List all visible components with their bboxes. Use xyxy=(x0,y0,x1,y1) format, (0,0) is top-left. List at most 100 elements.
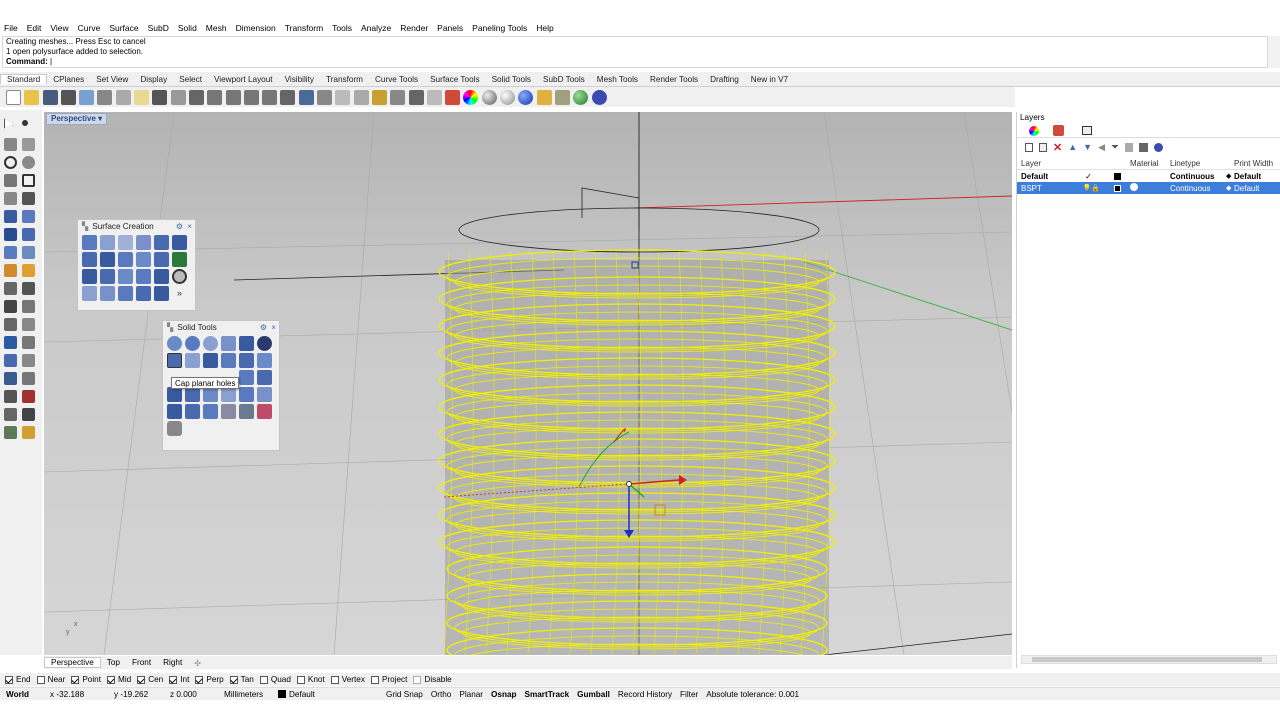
render-tool-icon[interactable] xyxy=(4,426,17,439)
menu-tools[interactable]: Tools xyxy=(332,23,352,33)
osnap-near-checkbox[interactable] xyxy=(36,675,45,684)
scroll-thumb[interactable] xyxy=(1032,657,1262,662)
cplane-label[interactable]: World xyxy=(0,690,42,699)
edit-solid-icon[interactable] xyxy=(257,387,272,402)
rotate-view-icon[interactable] xyxy=(188,89,204,105)
osnap-quad[interactable]: Quad xyxy=(259,675,291,684)
show-icon[interactable] xyxy=(426,89,442,105)
osnap-perp[interactable]: Perp xyxy=(195,675,224,684)
print-icon[interactable] xyxy=(60,89,76,105)
panel-titlebar[interactable]: ▚ Solid Tools ⚙ × xyxy=(163,321,279,333)
col-print-width[interactable]: Print Width xyxy=(1234,159,1280,168)
planar-toggle[interactable]: Planar xyxy=(459,690,483,699)
rendered-icon[interactable] xyxy=(500,89,516,105)
revolve-icon[interactable] xyxy=(136,252,151,267)
delete-icon[interactable]: ✕ xyxy=(1053,141,1062,154)
osnap-int-checkbox[interactable] xyxy=(169,675,178,684)
cap-planar-holes-icon[interactable] xyxy=(167,353,182,368)
text-icon[interactable] xyxy=(4,336,17,349)
surface-icon[interactable] xyxy=(4,210,17,223)
layer-color-swatch[interactable] xyxy=(1113,184,1121,192)
make-hole-icon[interactable] xyxy=(239,370,254,385)
tools-icon[interactable] xyxy=(1138,142,1148,152)
col-layer[interactable]: Layer xyxy=(1017,159,1130,168)
grip-icon[interactable]: ▚ xyxy=(167,322,173,332)
copy-layer-icon[interactable] xyxy=(1124,142,1133,152)
new-sublayer-icon[interactable] xyxy=(1039,142,1047,152)
import-icon[interactable] xyxy=(79,89,95,105)
layer-linetype[interactable]: Continuous xyxy=(1170,172,1226,181)
visibility-lock-icons[interactable]: 💡🔒 xyxy=(1073,184,1104,192)
zoom-window-icon[interactable] xyxy=(225,89,241,105)
dimension-icon[interactable] xyxy=(22,264,35,277)
trim-icon[interactable] xyxy=(4,282,17,295)
tab-top[interactable]: Top xyxy=(101,658,126,667)
tab-new-in-v7[interactable]: New in V7 xyxy=(745,75,794,84)
tab-standard[interactable]: Standard xyxy=(0,74,48,84)
torus-icon[interactable] xyxy=(172,269,187,284)
osnap-disable[interactable]: Disable xyxy=(413,675,452,684)
tab-surface-tools[interactable]: Surface Tools xyxy=(424,75,485,84)
copy-object-icon[interactable] xyxy=(4,354,17,367)
drape-icon[interactable] xyxy=(118,269,133,284)
move-face-icon[interactable] xyxy=(221,353,236,368)
light-icon[interactable] xyxy=(536,89,552,105)
more-icon[interactable]: » xyxy=(172,286,187,301)
save-icon[interactable] xyxy=(42,89,58,105)
help-icon[interactable] xyxy=(1153,142,1163,152)
menu-analyze[interactable]: Analyze xyxy=(361,23,391,33)
explode-icon[interactable] xyxy=(22,318,35,331)
gear-icon[interactable]: ⚙ xyxy=(176,221,183,231)
tab-select[interactable]: Select xyxy=(173,75,208,84)
gumball-toggle[interactable]: Gumball xyxy=(577,690,610,699)
tab-render-tools[interactable]: Render Tools xyxy=(644,75,704,84)
extrude-curve-icon[interactable] xyxy=(154,235,169,250)
offset-srf-icon[interactable] xyxy=(154,269,169,284)
col-linetype[interactable]: Linetype xyxy=(1170,159,1234,168)
osnap-tan-checkbox[interactable] xyxy=(229,675,238,684)
tab-perspective[interactable]: Perspective xyxy=(44,657,101,668)
sweep1-icon[interactable] xyxy=(100,252,115,267)
paste-icon[interactable] xyxy=(134,89,150,105)
units[interactable]: Millimeters xyxy=(224,690,270,699)
shaded-icon[interactable] xyxy=(481,89,497,105)
trash-icon[interactable] xyxy=(167,421,182,436)
group-icon[interactable] xyxy=(22,390,35,403)
open-icon[interactable] xyxy=(24,89,40,105)
join-icon[interactable] xyxy=(4,318,17,331)
four-viewports-icon[interactable] xyxy=(298,89,314,105)
move-left-icon[interactable]: ◀ xyxy=(1098,142,1105,153)
tab-right[interactable]: Right xyxy=(157,658,188,667)
cut-icon[interactable] xyxy=(97,89,113,105)
chamfer-srf-icon[interactable] xyxy=(100,286,115,301)
tab-viewport-layout[interactable]: Viewport Layout xyxy=(208,75,279,84)
layers-tab-icon[interactable] xyxy=(1053,125,1064,136)
properties-tab-icon[interactable] xyxy=(1029,125,1039,136)
display-tab-icon[interactable] xyxy=(1082,126,1092,135)
command-scrollbar[interactable] xyxy=(1268,36,1280,68)
patch-icon[interactable] xyxy=(100,269,115,284)
osnap-point[interactable]: Point xyxy=(71,675,101,684)
layer-row-selected[interactable]: BSPT 💡🔒 Continuous ◆ Default xyxy=(1017,182,1280,194)
close-icon[interactable]: × xyxy=(187,222,192,231)
offset-icon[interactable] xyxy=(22,300,35,313)
zoom-selected-icon[interactable] xyxy=(262,89,278,105)
check-icon[interactable] xyxy=(22,408,35,421)
extrude-icon[interactable] xyxy=(4,246,17,259)
paint-icon[interactable] xyxy=(22,426,35,439)
zoom-extents-icon[interactable] xyxy=(243,89,259,105)
tween-icon[interactable] xyxy=(154,286,169,301)
solid-cube-icon[interactable] xyxy=(257,353,272,368)
osnap-int[interactable]: Int xyxy=(169,675,189,684)
osnap-end[interactable]: End xyxy=(5,675,31,684)
solid-edge-icon[interactable] xyxy=(167,404,182,419)
tab-drafting[interactable]: Drafting xyxy=(704,75,745,84)
menu-dimension[interactable]: Dimension xyxy=(236,23,276,33)
zoom-icon[interactable] xyxy=(207,89,223,105)
extract-surface-icon[interactable] xyxy=(185,353,200,368)
box-icon[interactable] xyxy=(4,228,17,241)
menu-render[interactable]: Render xyxy=(400,23,428,33)
array-icon[interactable] xyxy=(4,390,17,403)
layer-color-swatch[interactable] xyxy=(1113,172,1121,180)
osnap-mid[interactable]: Mid xyxy=(107,675,131,684)
